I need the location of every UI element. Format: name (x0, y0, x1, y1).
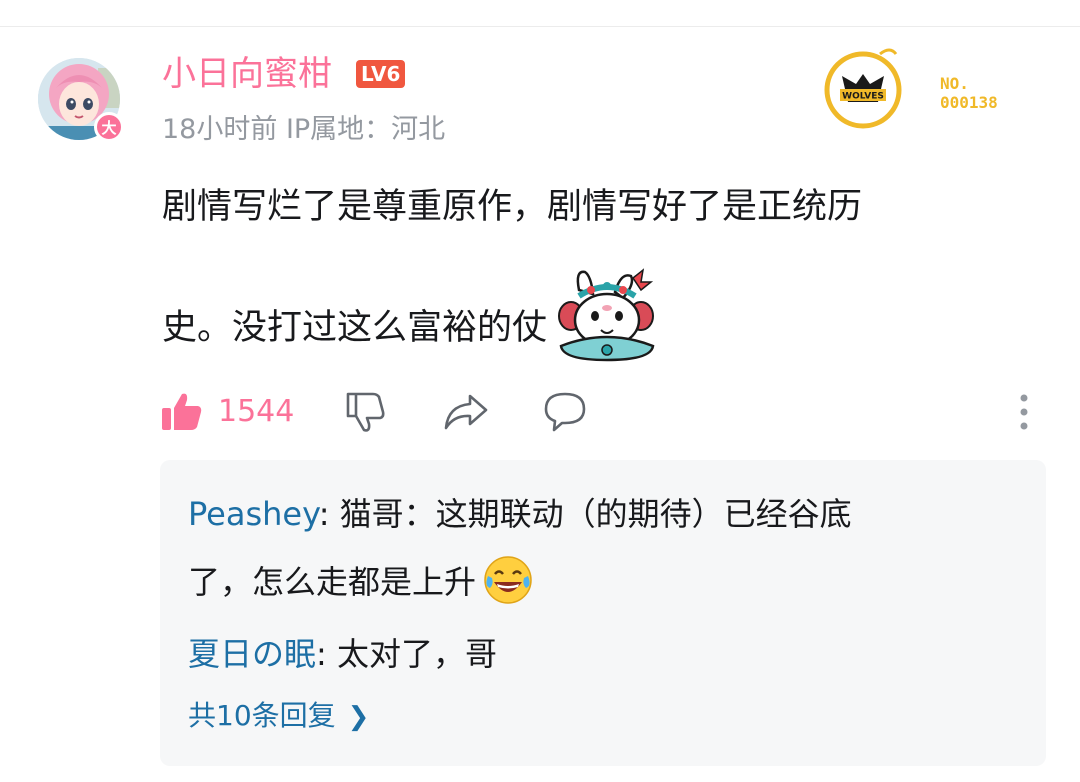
fan-number: NO. 000138 (940, 74, 1050, 112)
fan-number-value: 000138 (940, 93, 998, 112)
thumbs-up-icon[interactable] (160, 390, 204, 434)
bunny-opera-sticker (557, 268, 661, 364)
like-count: 1544 (218, 394, 295, 429)
reply-item-continued[interactable]: 了，怎么走都是上升 (188, 550, 534, 614)
content-line: 剧情写烂了是尊重原作，剧情写好了是正统历 (162, 187, 863, 227)
fan-team-text: WOLVES (842, 92, 884, 102)
reply-text: : 猫哥：这期联动（的期待）已经谷底 (318, 495, 852, 533)
reply-item[interactable]: Peashey: 猫哥：这期联动（的期待）已经谷底 (188, 482, 852, 546)
more-options-icon[interactable] (1016, 390, 1032, 434)
comment-meta: 18小时前 IP属地：河北 (162, 114, 446, 145)
vip-badge: 大 (94, 112, 124, 142)
reply-text: : 太对了，哥 (316, 635, 497, 673)
laughing-tears-emoji (482, 554, 534, 606)
fan-number-label: NO. (940, 74, 969, 93)
view-all-replies-link[interactable]: 共10条回复 ❯ (188, 696, 369, 737)
reply-icon[interactable] (542, 390, 588, 434)
content-text: 史。没打过这么富裕的仗 (162, 308, 548, 348)
view-all-replies-label: 共10条回复 (188, 699, 336, 732)
reply-preview-box[interactable]: Peashey: 猫哥：这期联动（的期待）已经谷底 了，怎么走都是上升 夏日の眠… (160, 460, 1046, 766)
content-line: 史。没打过这么富裕的仗 (162, 268, 1012, 362)
level-badge: LV6 (356, 60, 406, 88)
comment-action-bar: 1544 (160, 386, 1040, 436)
reply-author[interactable]: Peashey (188, 495, 319, 533)
chevron-right-icon: ❯ (347, 702, 370, 732)
username[interactable]: 小日向蜜柑 (162, 52, 332, 96)
share-icon[interactable] (442, 390, 490, 434)
top-divider (0, 26, 1080, 27)
thumbs-down-icon[interactable] (344, 390, 388, 434)
fan-medal-icon[interactable]: WOLVES (820, 40, 906, 130)
reply-author[interactable]: 夏日の眠 (188, 635, 316, 673)
reply-text: 了，怎么走都是上升 (188, 563, 477, 601)
reply-item[interactable]: 夏日の眠: 太对了，哥 (188, 622, 497, 686)
comment-content: 剧情写烂了是尊重原作，剧情写好了是正统历 史。没打过这么富裕的仗 (162, 176, 1012, 362)
